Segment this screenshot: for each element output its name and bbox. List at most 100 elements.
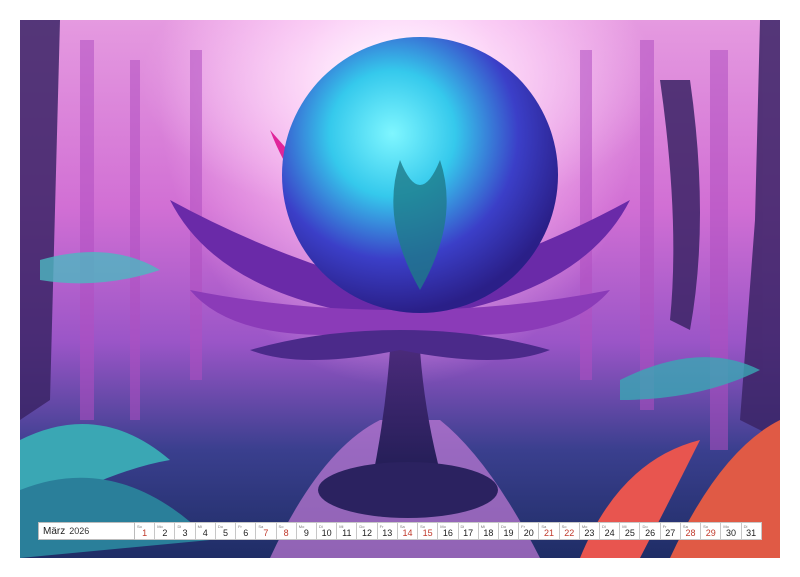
day-number: 2 <box>162 528 168 538</box>
weekday-label: Fr <box>662 524 667 529</box>
weekday-label: Di <box>602 524 606 529</box>
calendar-strip: März 2026 So 1 Mo 2 Di 3 Mi 4 Do 5 Fr 6 Sa 7 So 8 Mo 9 Di 1… <box>38 522 762 540</box>
day-cell: Do 5 <box>215 522 237 540</box>
day-number: 28 <box>685 528 696 538</box>
day-cell: Mo 30 <box>721 522 742 540</box>
day-number: 9 <box>303 528 309 538</box>
fantasy-orb-flower-painting <box>20 20 780 558</box>
day-cell: Fr 27 <box>660 522 681 540</box>
month-label: März 2026 <box>38 522 135 540</box>
day-number: 13 <box>382 528 393 538</box>
weekday-label: So <box>420 524 425 529</box>
weekday-label: So <box>561 524 567 529</box>
day-number: 23 <box>584 528 595 538</box>
day-number: 30 <box>725 528 736 538</box>
weekday-label: Di <box>743 524 748 529</box>
day-cell: Sa 28 <box>680 522 702 540</box>
day-cell: Mi 4 <box>195 522 216 540</box>
weekday-label: Fr <box>521 524 525 529</box>
day-number: 27 <box>665 528 676 538</box>
day-cell: Di 3 <box>175 522 196 540</box>
weekday-label: Di <box>460 524 465 529</box>
day-cell: Di 24 <box>600 522 621 540</box>
day-cell: Mo 23 <box>579 522 601 540</box>
day-number: 15 <box>422 528 433 538</box>
day-cells: So 1 Mo 2 Di 3 Mi 4 Do 5 Fr 6 Sa 7 So 8 Mo 9 Di 10 Mi 11 Do 12 F… <box>135 522 762 540</box>
day-number: 10 <box>321 528 332 538</box>
day-cell: Mo 9 <box>296 522 317 540</box>
day-cell: So 29 <box>701 522 722 540</box>
day-number: 3 <box>182 528 188 538</box>
day-cell: Mi 18 <box>478 522 499 540</box>
day-cell: Do 19 <box>498 522 520 540</box>
day-cell: Do 26 <box>640 522 661 540</box>
day-number: 7 <box>263 528 269 538</box>
day-cell: Fr 20 <box>519 522 540 540</box>
month-name: März <box>43 525 66 537</box>
day-cell: Mo 16 <box>438 522 459 540</box>
day-number: 29 <box>705 528 716 538</box>
weekday-label: Mi <box>339 524 344 529</box>
day-cell: Mi 25 <box>620 522 641 540</box>
day-cell: So 8 <box>276 522 297 540</box>
weekday-label: Do <box>500 524 507 529</box>
day-number: 26 <box>645 528 656 538</box>
day-number: 14 <box>402 528 413 538</box>
day-cell: Sa 7 <box>256 522 277 540</box>
day-number: 19 <box>503 528 514 538</box>
weekday-label: Sa <box>258 524 264 529</box>
weekday-label: So <box>278 524 284 529</box>
weekday-label: Mo <box>723 524 729 529</box>
day-cell: Mi 11 <box>337 522 358 540</box>
day-cell: Di 17 <box>458 522 479 540</box>
day-number: 1 <box>142 528 148 538</box>
day-cell: Di 10 <box>316 522 338 540</box>
weekday-label: Mo <box>440 524 446 529</box>
day-number: 16 <box>442 528 453 538</box>
day-number: 25 <box>624 528 635 538</box>
day-number: 12 <box>362 528 373 538</box>
day-number: 8 <box>283 528 289 538</box>
weekday-label: Mo <box>157 524 163 529</box>
day-number: 24 <box>604 528 615 538</box>
day-number: 5 <box>222 528 228 538</box>
weekday-label: Do <box>217 524 223 529</box>
weekday-label: Fr <box>379 524 384 529</box>
day-number: 31 <box>746 528 757 538</box>
weekday-label: Mi <box>197 524 202 529</box>
day-number: 18 <box>483 528 494 538</box>
day-number: 11 <box>342 528 352 538</box>
weekday-label: Fr <box>238 524 242 529</box>
day-cell: Sa 14 <box>397 522 419 540</box>
weekday-label: So <box>137 524 142 529</box>
weekday-label: Mo <box>298 524 305 529</box>
weekday-label: Mi <box>480 524 485 529</box>
day-number: 20 <box>523 528 534 538</box>
day-number: 21 <box>543 528 554 538</box>
year-label: 2026 <box>69 526 90 536</box>
weekday-label: Sa <box>682 524 688 529</box>
weekday-label: So <box>703 524 709 529</box>
day-number: 4 <box>202 528 208 538</box>
weekday-label: Di <box>318 524 323 529</box>
weekday-label: Mo <box>581 524 588 529</box>
day-cell: Fr 6 <box>236 522 257 540</box>
weekday-label: Di <box>177 524 182 529</box>
day-cell: Fr 13 <box>377 522 398 540</box>
day-cell: So 15 <box>418 522 439 540</box>
plant-base <box>318 462 498 518</box>
day-cell: Sa 21 <box>539 522 560 540</box>
weekday-label: Sa <box>399 524 405 529</box>
weekday-label: Do <box>359 524 365 529</box>
day-number: 6 <box>243 528 249 538</box>
day-cell: Do 12 <box>357 522 378 540</box>
weekday-label: Mi <box>622 524 627 529</box>
day-cell: So 22 <box>559 522 580 540</box>
artwork-image <box>20 20 780 558</box>
day-cell: So 1 <box>135 522 156 540</box>
day-cell: Di 31 <box>741 522 762 540</box>
weekday-label: Do <box>642 524 648 529</box>
day-cell: Mo 2 <box>155 522 176 540</box>
day-number: 22 <box>564 528 575 538</box>
day-number: 17 <box>463 528 474 538</box>
